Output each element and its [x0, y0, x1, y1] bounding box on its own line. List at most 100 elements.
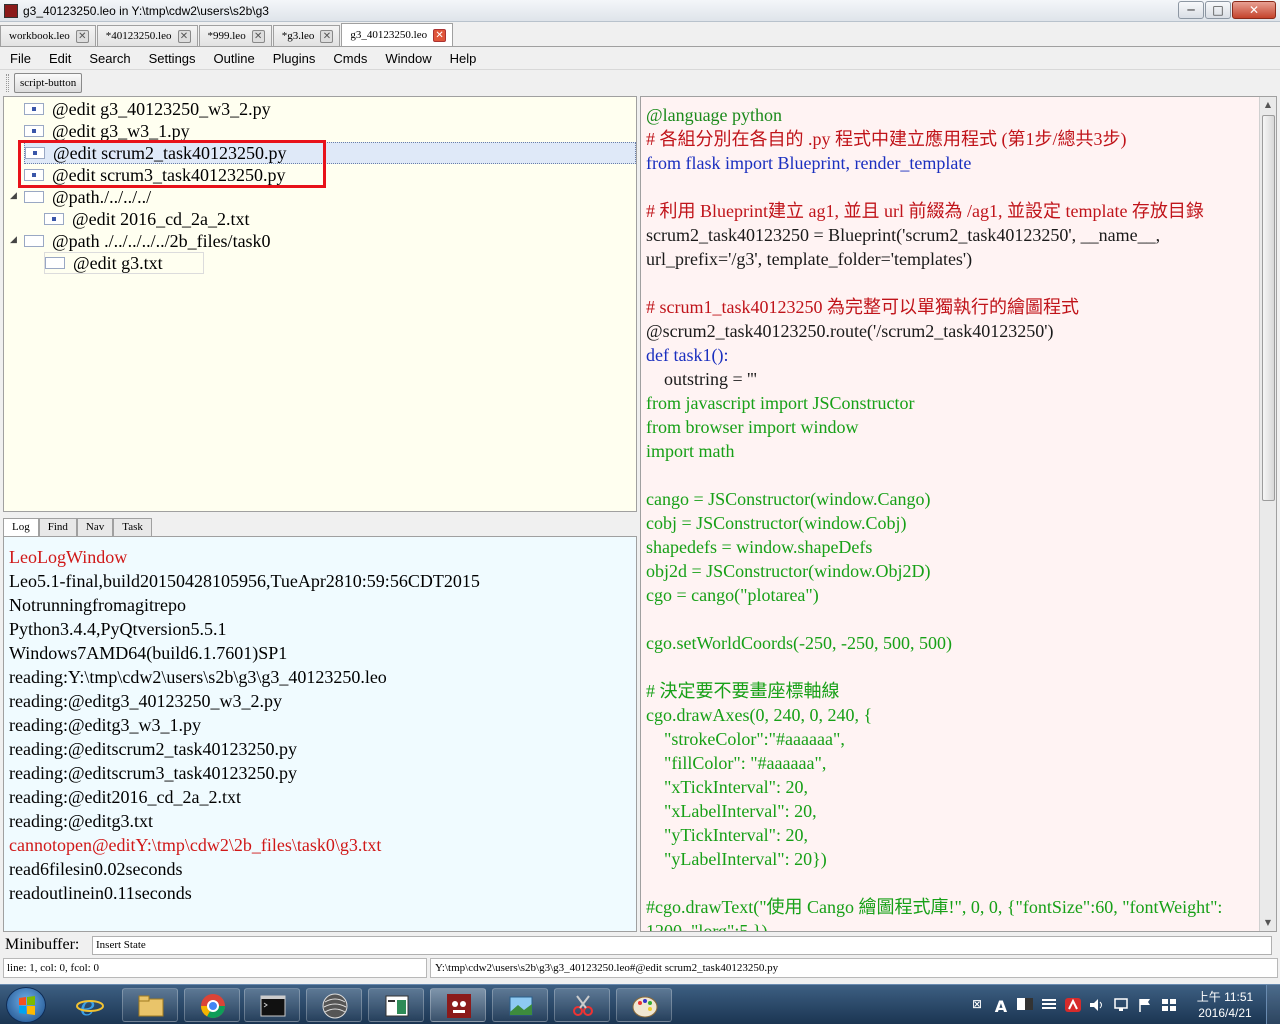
node-icon — [45, 257, 65, 269]
node-icon — [24, 235, 44, 247]
app-window-icon — [385, 995, 409, 1017]
ime-icon[interactable]: ⊠ — [968, 997, 986, 1013]
tab-label: workbook.leo — [9, 30, 70, 42]
taskbar-snipping[interactable] — [554, 988, 610, 1022]
log-line: reading:@editscrum3_task40123250.py — [9, 763, 298, 783]
menu-help[interactable]: Help — [440, 51, 485, 66]
taskbar-paint[interactable] — [616, 988, 672, 1022]
minimize-button[interactable]: ─ — [1178, 1, 1204, 19]
menu-search[interactable]: Search — [79, 51, 138, 66]
tab-task[interactable]: Task — [113, 518, 152, 536]
expand-arrow-icon[interactable]: ◢ — [10, 191, 17, 201]
code-line: #cgo.drawText("使用 Cango 繪圖程式庫!", 0, 0, {… — [646, 897, 1223, 917]
code-line: "strokeColor":"#aaaaaa", — [646, 729, 845, 749]
code-line: import math — [646, 441, 735, 461]
menu-settings[interactable]: Settings — [139, 51, 204, 66]
menu-file[interactable]: File — [0, 51, 39, 66]
code-line: url_prefix='/g3', template_folder='templ… — [646, 249, 973, 269]
code-line: "xTickInterval": 20, — [646, 777, 809, 797]
show-desktop-button[interactable] — [1266, 985, 1280, 1024]
tab-workbook[interactable]: workbook.leo ✕ — [0, 25, 96, 46]
system-tray: ⊠ A 上午 11:51 2016/4/21 — [968, 985, 1280, 1024]
outline-node[interactable]: @edit 2016_cd_2a_2.txt — [44, 208, 250, 230]
outline-node[interactable]: @edit g3_w3_1.py — [24, 120, 190, 142]
taskbar-photos[interactable] — [492, 988, 548, 1022]
font-icon[interactable]: A — [992, 997, 1010, 1016]
tab-find[interactable]: Find — [38, 518, 77, 536]
code-line: cobj = JSConstructor(window.Cobj) — [646, 513, 907, 533]
outline-node[interactable]: @edit g3_40123250_w3_2.py — [24, 98, 271, 120]
taskbar-app-window[interactable] — [368, 988, 424, 1022]
node-label: @path ./../../../../2b_files/task0 — [52, 230, 271, 251]
start-button[interactable] — [6, 987, 46, 1023]
body-editor[interactable]: @language python # 各組分別在各自的 .py 程式中建立應用程… — [640, 96, 1277, 932]
network-icon[interactable] — [1112, 997, 1130, 1013]
outline-pane[interactable]: @edit g3_40123250_w3_2.py @edit g3_w3_1.… — [3, 96, 637, 512]
menu-window[interactable]: Window — [375, 51, 439, 66]
maximize-button[interactable]: □ — [1205, 1, 1231, 19]
scroll-up-icon[interactable]: ▲ — [1260, 97, 1276, 113]
windows-update-icon[interactable] — [1160, 997, 1178, 1013]
window-title: g3_40123250.leo in Y:\tmp\cdw2\users\s2b… — [23, 3, 269, 18]
log-pane[interactable]: LeoLogWindow Leo5.1-final,build201504281… — [3, 536, 637, 932]
tab-g3[interactable]: *g3.leo ✕ — [272, 25, 341, 46]
taskbar-cmd[interactable] — [244, 988, 300, 1022]
tab-close-icon[interactable]: ✕ — [320, 29, 334, 43]
tab-log[interactable]: Log — [3, 518, 39, 536]
code-line: from javascript import JSConstructor — [646, 393, 915, 413]
menu-outline[interactable]: Outline — [204, 51, 263, 66]
code-line: from browser import window — [646, 417, 859, 437]
log-line: reading:@editscrum2_task40123250.py — [9, 739, 298, 759]
clock-time: 上午 11:51 — [1196, 990, 1254, 1004]
taskbar-clock[interactable]: 上午 11:51 2016/4/21 — [1184, 989, 1266, 1021]
sphere-icon — [322, 993, 348, 1019]
clock-date: 2016/4/21 — [1198, 1006, 1252, 1020]
script-button[interactable]: script-button — [14, 73, 83, 93]
close-button[interactable]: ✕ — [1232, 1, 1276, 19]
tab-close-icon[interactable]: ✕ — [433, 28, 447, 42]
scroll-down-icon[interactable]: ▼ — [1260, 915, 1276, 931]
outline-node[interactable]: ◢ @path./../../../ — [10, 186, 151, 208]
code-line: "yTickInterval": 20, — [646, 825, 809, 845]
taskbar-chrome[interactable] — [184, 988, 240, 1022]
code-line: # scrum1_task40123250 為完整可以單獨執行的繪圖程式 — [646, 297, 1079, 317]
taskbar-leo[interactable] — [430, 988, 486, 1022]
tab-g3-40123250[interactable]: g3_40123250.leo ✕ — [341, 23, 454, 46]
tab-40123250[interactable]: *40123250.leo ✕ — [96, 25, 198, 46]
settings-icon[interactable] — [1040, 997, 1058, 1013]
leo-app-icon[interactable] — [4, 3, 18, 18]
menu-plugins[interactable]: Plugins — [263, 51, 324, 66]
toolbar-grip[interactable] — [6, 74, 9, 92]
action-center-flag-icon[interactable] — [1136, 997, 1154, 1013]
code-line: shapedefs = window.shapeDefs — [646, 537, 873, 557]
antivirus-icon[interactable] — [1064, 997, 1082, 1013]
outline-node[interactable]: ◢ @path ./../../../../2b_files/task0 — [10, 230, 271, 252]
code-line: "fillColor": "#aaaaaa", — [646, 753, 827, 773]
body-scrollbar[interactable]: ▲ ▼ — [1259, 97, 1276, 931]
node-label: @edit g3.txt — [73, 252, 163, 273]
input-mode-icon[interactable] — [1016, 997, 1034, 1013]
taskbar-explorer[interactable] — [122, 988, 178, 1022]
tab-close-icon[interactable]: ✕ — [251, 29, 265, 43]
title-bar: g3_40123250.leo in Y:\tmp\cdw2\users\s2b… — [0, 0, 1280, 22]
taskbar-ie[interactable]: e — [62, 988, 118, 1022]
tab-close-icon[interactable]: ✕ — [75, 29, 89, 43]
volume-icon[interactable] — [1088, 997, 1106, 1013]
code-line: # 各組分別在各自的 .py 程式中建立應用程式 (第1步/總共3步) — [646, 129, 1127, 149]
node-icon — [24, 125, 44, 137]
outline-node[interactable]: @edit g3.txt — [44, 252, 204, 274]
tab-nav[interactable]: Nav — [76, 518, 114, 536]
tab-999[interactable]: *999.leo ✕ — [198, 25, 272, 46]
taskbar-app-sphere[interactable] — [306, 988, 362, 1022]
menu-cmds[interactable]: Cmds — [323, 51, 375, 66]
log-line: LeoLogWindow — [9, 547, 128, 567]
scissors-icon — [573, 995, 593, 1016]
node-icon — [24, 103, 44, 115]
minibuffer-input[interactable]: Insert State — [92, 935, 1272, 955]
expand-arrow-icon[interactable]: ◢ — [10, 235, 17, 245]
menu-edit[interactable]: Edit — [39, 51, 79, 66]
scroll-thumb[interactable] — [1262, 115, 1275, 501]
tab-close-icon[interactable]: ✕ — [177, 29, 191, 43]
